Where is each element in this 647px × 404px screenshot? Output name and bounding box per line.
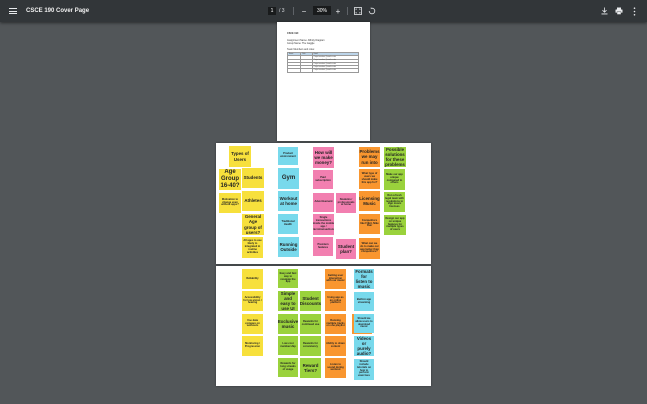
sticky-note: Design our app on unique features for mu…	[384, 215, 406, 235]
sticky-note: Motivation to change even without apps?	[219, 193, 241, 213]
fit-page-icon[interactable]	[353, 0, 363, 22]
sticky-note: Using app as an online platform	[325, 291, 346, 311]
zoom-out-button[interactable]: −	[299, 0, 309, 22]
sticky-note: Videos or purely audio?	[354, 336, 374, 356]
sticky-note: Make our app unique compared to others	[384, 169, 405, 190]
sticky-note: Problems we may run into	[359, 147, 380, 167]
sticky-note: Exclusive music	[278, 314, 298, 334]
sticky-note: Running Outside	[278, 237, 299, 257]
download-icon[interactable]	[599, 0, 609, 22]
sticky-note: Student Discounts	[300, 291, 321, 311]
pdf-page-1: CSCE 190 Assignment Name: Affinity Diagr…	[277, 22, 370, 141]
sticky-note: Workout at home	[278, 191, 299, 211]
sticky-note: Formats for listen to music	[354, 269, 374, 289]
sticky-note: Should we allow users to download music	[354, 314, 374, 333]
document-title: CSCE 190 Cover Page	[26, 8, 90, 14]
pdf-toolbar: CSCE 190 Cover Page 1 / 3 − 30% +	[0, 0, 647, 22]
sticky-note: Competitors like Fitbit, Nike Run	[359, 214, 380, 234]
sticky-note: What type of users we should make this a…	[359, 169, 380, 189]
sticky-note: Monitoring / Progression	[242, 336, 263, 356]
sticky-note: Getting user interaction with our music	[325, 269, 346, 289]
sticky-note: What can we do to make our app better th…	[359, 238, 380, 259]
sticky-note: Should include tutorials on how to perfo…	[354, 359, 374, 380]
sticky-note: Rewards for long streaks of usage	[278, 358, 298, 377]
sticky-note: Advertisement	[313, 193, 334, 212]
sticky-note: Reward Tiers?	[300, 358, 321, 378]
sticky-note: All ages to use likely to integrated in …	[242, 237, 263, 258]
sticky-note: Use data compare on workouts	[242, 314, 263, 334]
sticky-note: Simple and easy to use UI	[278, 291, 298, 311]
sticky-note: Paid subscription	[313, 170, 333, 189]
sticky-note: Students	[242, 168, 264, 188]
sticky-note: Students / professionals at home	[336, 193, 356, 213]
team-table: Name Role Email Project member @email.sc.e…	[286, 51, 360, 73]
sticky-note: Possible solutions for these problems	[384, 147, 406, 167]
sticky-note: Accessibility for low-vision / hearing	[242, 291, 263, 311]
sticky-note: How will we make money?	[313, 147, 334, 168]
zoom-level-input[interactable]: 30%	[313, 6, 331, 15]
sticky-note: Easy and fast way to navigate the app	[278, 269, 298, 288]
divider	[293, 7, 294, 15]
sticky-note: General Age group of users?	[242, 214, 264, 235]
page-count: / 3	[279, 0, 285, 22]
sticky-note: Listen to sound during workout	[325, 358, 346, 378]
rotate-icon[interactable]	[367, 0, 377, 22]
total-pages: 3	[281, 8, 285, 14]
pdf-page-2: Types of Users Age Group 16-40? Motivati…	[216, 143, 431, 264]
more-icon[interactable]	[629, 0, 639, 22]
sticky-note: Product environment	[278, 147, 298, 165]
sticky-note: Low cost membership	[278, 336, 298, 355]
sticky-note: Rewards for consistency	[300, 336, 321, 356]
sticky-note: Reliability	[242, 269, 263, 289]
sticky-note: Age Group 16-40?	[219, 169, 241, 190]
pdf-page-3: Reliability Accessibility for low-vision…	[216, 266, 431, 386]
sticky-note: Built-in app streaming	[354, 292, 374, 311]
divider	[347, 7, 348, 15]
page-separator: /	[279, 8, 281, 14]
sticky-note: Ability to share content	[325, 336, 346, 356]
doc-line: Group Name: The Gaggle	[287, 42, 315, 45]
sticky-note: Licensing Music	[359, 191, 380, 211]
print-icon[interactable]	[614, 0, 624, 22]
sticky-note: Premium features	[313, 237, 333, 256]
sticky-note: Running multiple tracks on one playlist	[325, 314, 346, 334]
sticky-note: Athletes	[242, 191, 264, 211]
doc-line: Team Members and roles:	[287, 48, 315, 51]
menu-icon[interactable]	[7, 0, 19, 22]
zoom-in-button[interactable]: +	[333, 0, 343, 22]
sticky-note: Traditional Health	[278, 214, 298, 234]
sticky-note: Student plan?	[336, 239, 356, 259]
sticky-note: Run a fresh legal team with regulations …	[384, 192, 405, 212]
sticky-note: Rewards for continued use	[300, 314, 321, 334]
sticky-note: Types of Users	[229, 146, 251, 167]
page-number-input[interactable]: 1	[268, 7, 276, 15]
doc-heading: CSCE 190	[287, 32, 299, 35]
sticky-note: Gym	[278, 168, 299, 189]
sticky-note: Single transactions inside the mobile ap…	[313, 214, 334, 235]
